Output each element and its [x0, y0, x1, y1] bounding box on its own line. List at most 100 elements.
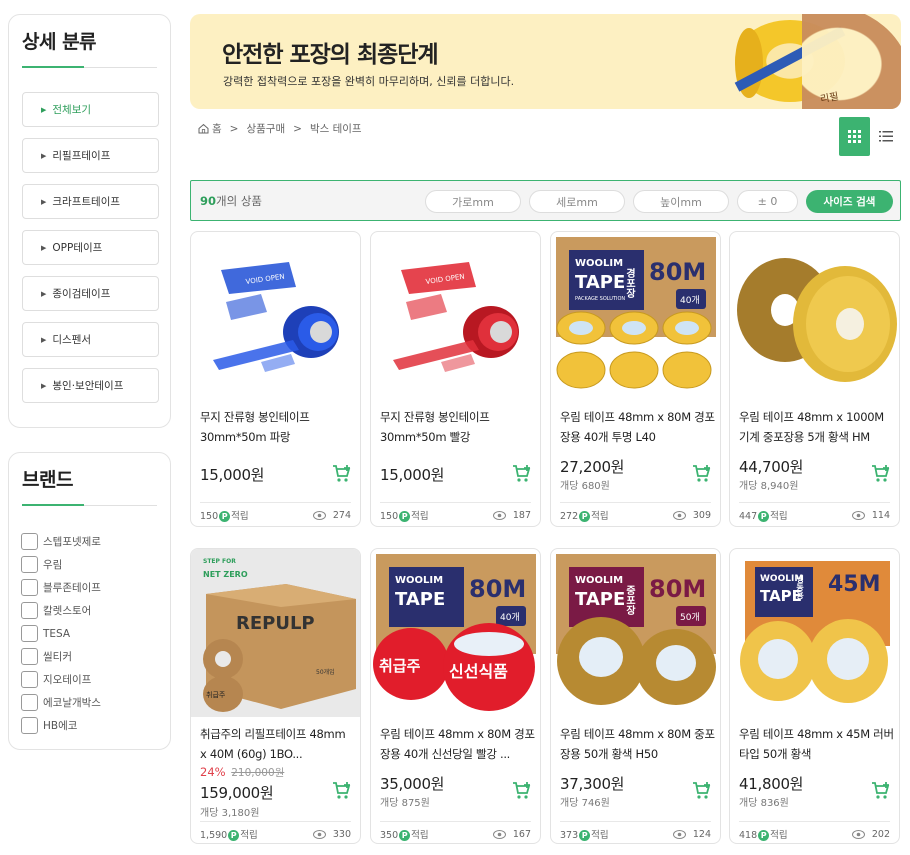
brand-checkbox[interactable]: [21, 671, 38, 688]
product-name[interactable]: 우림 테이프 48mm x 80M 경포장용 40개 투명 L40: [560, 407, 715, 447]
tolerance-select[interactable]: ± 0: [737, 190, 798, 213]
category-item-security-tape[interactable]: ▶ 봉인·보안테이프: [22, 368, 159, 403]
eye-icon: [492, 829, 506, 839]
product-name[interactable]: 우림 테이프 48mm x 45M 러버타입 50개 황색: [739, 724, 894, 764]
size-filter-bar: 90개의 상품 가로mm 세로mm 높이mm ± 0 사이즈 검색: [190, 180, 901, 221]
brand-title-underline: [22, 504, 157, 506]
brand-item[interactable]: 에코날개박스: [21, 691, 101, 714]
breadcrumb: 홈 > 상품구매 > 박스 테이프: [198, 121, 362, 136]
card-meta: 150 P 적립 187: [380, 508, 531, 522]
eye-icon: [492, 510, 506, 520]
category-item-all[interactable]: ▶ 전체보기: [22, 92, 159, 127]
product-image[interactable]: WOOLIM TAPE 냉동용 45M: [730, 549, 899, 717]
category-item-refill-tape[interactable]: ▶ 리필프테이프: [22, 138, 159, 173]
points: 373 P 적립: [560, 830, 609, 841]
product-card[interactable]: VOID OPEN 무지 잔류형 봉인테이프 30mm*50m 파랑 15,00…: [190, 231, 361, 527]
product-card[interactable]: WOOLIM TAPE 냉동용 45M 우림 테이프 48mm x 45M 러버…: [729, 548, 900, 844]
product-image[interactable]: [730, 232, 899, 400]
product-name[interactable]: 취급주의 리필프테이프 48mm x 40M (60g) 1BO...: [200, 724, 355, 764]
points: 1,590 P 적립: [200, 830, 258, 841]
product-card[interactable]: 우림 테이프 48mm x 1000M 기계 중포장용 5개 황색 HM 44,…: [729, 231, 900, 527]
product-name[interactable]: 우림 테이프 48mm x 80M 중포장용 50개 황색 H50: [560, 724, 715, 764]
add-to-cart-icon[interactable]: [512, 464, 532, 484]
list-view-button[interactable]: [870, 117, 901, 156]
add-to-cart-icon[interactable]: [332, 464, 352, 484]
points-icon: P: [219, 511, 231, 522]
add-to-cart-icon[interactable]: [332, 781, 352, 801]
category-item-dispenser[interactable]: ▶ 디스펜서: [22, 322, 159, 357]
brand-item[interactable]: 씰티커: [21, 645, 101, 668]
brand-checkbox[interactable]: [21, 556, 38, 573]
depth-input[interactable]: 세로mm: [529, 190, 625, 213]
triangle-right-icon: ▶: [41, 105, 47, 114]
product-card[interactable]: WOOLIM TAPE 80M 40개 취급주 신선식품 우림 테이프 48mm…: [370, 548, 541, 844]
width-input[interactable]: 가로mm: [425, 190, 521, 213]
breadcrumb-level1[interactable]: 상품구매: [246, 121, 285, 136]
points-icon: P: [399, 830, 411, 841]
box-length-text: 45M: [828, 572, 881, 597]
brand-checkbox[interactable]: [21, 717, 38, 734]
add-to-cart-icon[interactable]: [692, 464, 712, 484]
view-count: 124: [672, 829, 711, 840]
category-item-kraft-tape[interactable]: ▶ 크라프트테이프: [22, 184, 159, 219]
unit-price: 개당 8,940원: [739, 481, 799, 492]
card-divider: [560, 502, 711, 503]
triangle-right-icon: ▶: [41, 243, 47, 252]
category-item-opp-tape[interactable]: ▶ OPP테이프: [22, 230, 159, 265]
product-name[interactable]: 무지 잔류형 봉인테이프 30mm*50m 파랑: [200, 407, 355, 447]
add-to-cart-icon[interactable]: [512, 781, 532, 801]
brand-item[interactable]: 스텝포넷제로: [21, 530, 101, 553]
triangle-right-icon: ▶: [41, 335, 47, 344]
category-item-label: 디스펜서: [52, 334, 92, 346]
product-card[interactable]: VOID OPEN 무지 잔류형 봉인테이프 30mm*50m 빨강 15,00…: [370, 231, 541, 527]
product-name[interactable]: 우림 테이프 48mm x 1000M 기계 중포장용 5개 황색 HM: [739, 407, 894, 447]
brand-item[interactable]: TESA: [21, 622, 101, 645]
product-price: 27,200원: [560, 458, 625, 476]
add-to-cart-icon[interactable]: [692, 781, 712, 801]
product-card[interactable]: WOOLIM TAPE PACKAGE SOLUTION 경포장 80M 40개…: [550, 231, 721, 527]
brand-checkbox[interactable]: [21, 579, 38, 596]
brand-checkbox[interactable]: [21, 694, 38, 711]
product-image[interactable]: VOID OPEN: [371, 232, 540, 400]
product-card[interactable]: STEP FOR NET ZERO REPULP 50개입 취급주 취급주의 리…: [190, 548, 361, 844]
points: 150 P 적립: [380, 511, 429, 522]
brand-checkbox[interactable]: [21, 602, 38, 619]
brand-label: 칼렛스토어: [43, 605, 92, 617]
product-image[interactable]: STEP FOR NET ZERO REPULP 50개입 취급주: [191, 549, 360, 717]
category-item-paper-tape[interactable]: ▶ 종이검테이프: [22, 276, 159, 311]
breadcrumb-home[interactable]: 홈: [212, 121, 222, 136]
machine-tape-rolls-image: [737, 258, 897, 382]
brand-item[interactable]: 우림: [21, 553, 101, 576]
size-search-button[interactable]: 사이즈 검색: [806, 190, 893, 213]
product-image[interactable]: VOID OPEN: [191, 232, 360, 400]
grid-view-button[interactable]: [839, 117, 870, 156]
repulp-text: REPULP: [236, 613, 315, 634]
brand-panel: 브랜드 스텝포넷제로 우림 블루존테이프 칼렛스토어 TESA 씰티커 지오테이…: [8, 452, 171, 750]
product-image[interactable]: WOOLIM TAPE PACKAGE SOLUTION 경포장 80M 40개: [551, 232, 720, 400]
triangle-right-icon: ▶: [41, 197, 47, 206]
brand-item[interactable]: HB에코: [21, 714, 101, 737]
product-image[interactable]: WOOLIM TAPE 80M 40개 취급주 신선식품: [371, 549, 540, 717]
brand-item[interactable]: 블루존테이프: [21, 576, 101, 599]
brand-item[interactable]: 지오테이프: [21, 668, 101, 691]
product-name[interactable]: 무지 잔류형 봉인테이프 30mm*50m 빨강: [380, 407, 535, 447]
brand-item[interactable]: 칼렛스토어: [21, 599, 101, 622]
product-image[interactable]: WOOLIM TAPE 중포장 80M 50개: [551, 549, 720, 717]
fresh-text: 신선식품: [449, 662, 508, 681]
add-to-cart-icon[interactable]: [871, 781, 891, 801]
category-item-label: 봉인·보안테이프: [52, 380, 124, 392]
card-divider: [380, 821, 531, 822]
breadcrumb-level2[interactable]: 박스 테이프: [310, 121, 362, 136]
eye-icon: [312, 829, 326, 839]
card-divider: [200, 821, 351, 822]
height-input[interactable]: 높이mm: [633, 190, 729, 213]
home-icon[interactable]: [198, 123, 209, 134]
product-card[interactable]: WOOLIM TAPE 중포장 80M 50개 우림 테이프 48mm x 80…: [550, 548, 721, 844]
product-name[interactable]: 우림 테이프 48mm x 80M 경포장용 40개 신선당일 빨강 ...: [380, 724, 535, 764]
brand-checkbox[interactable]: [21, 625, 38, 642]
triangle-right-icon: ▶: [41, 151, 47, 160]
netzero-text: NET ZERO: [203, 570, 248, 579]
add-to-cart-icon[interactable]: [871, 464, 891, 484]
brand-checkbox[interactable]: [21, 648, 38, 665]
brand-checkbox[interactable]: [21, 533, 38, 550]
